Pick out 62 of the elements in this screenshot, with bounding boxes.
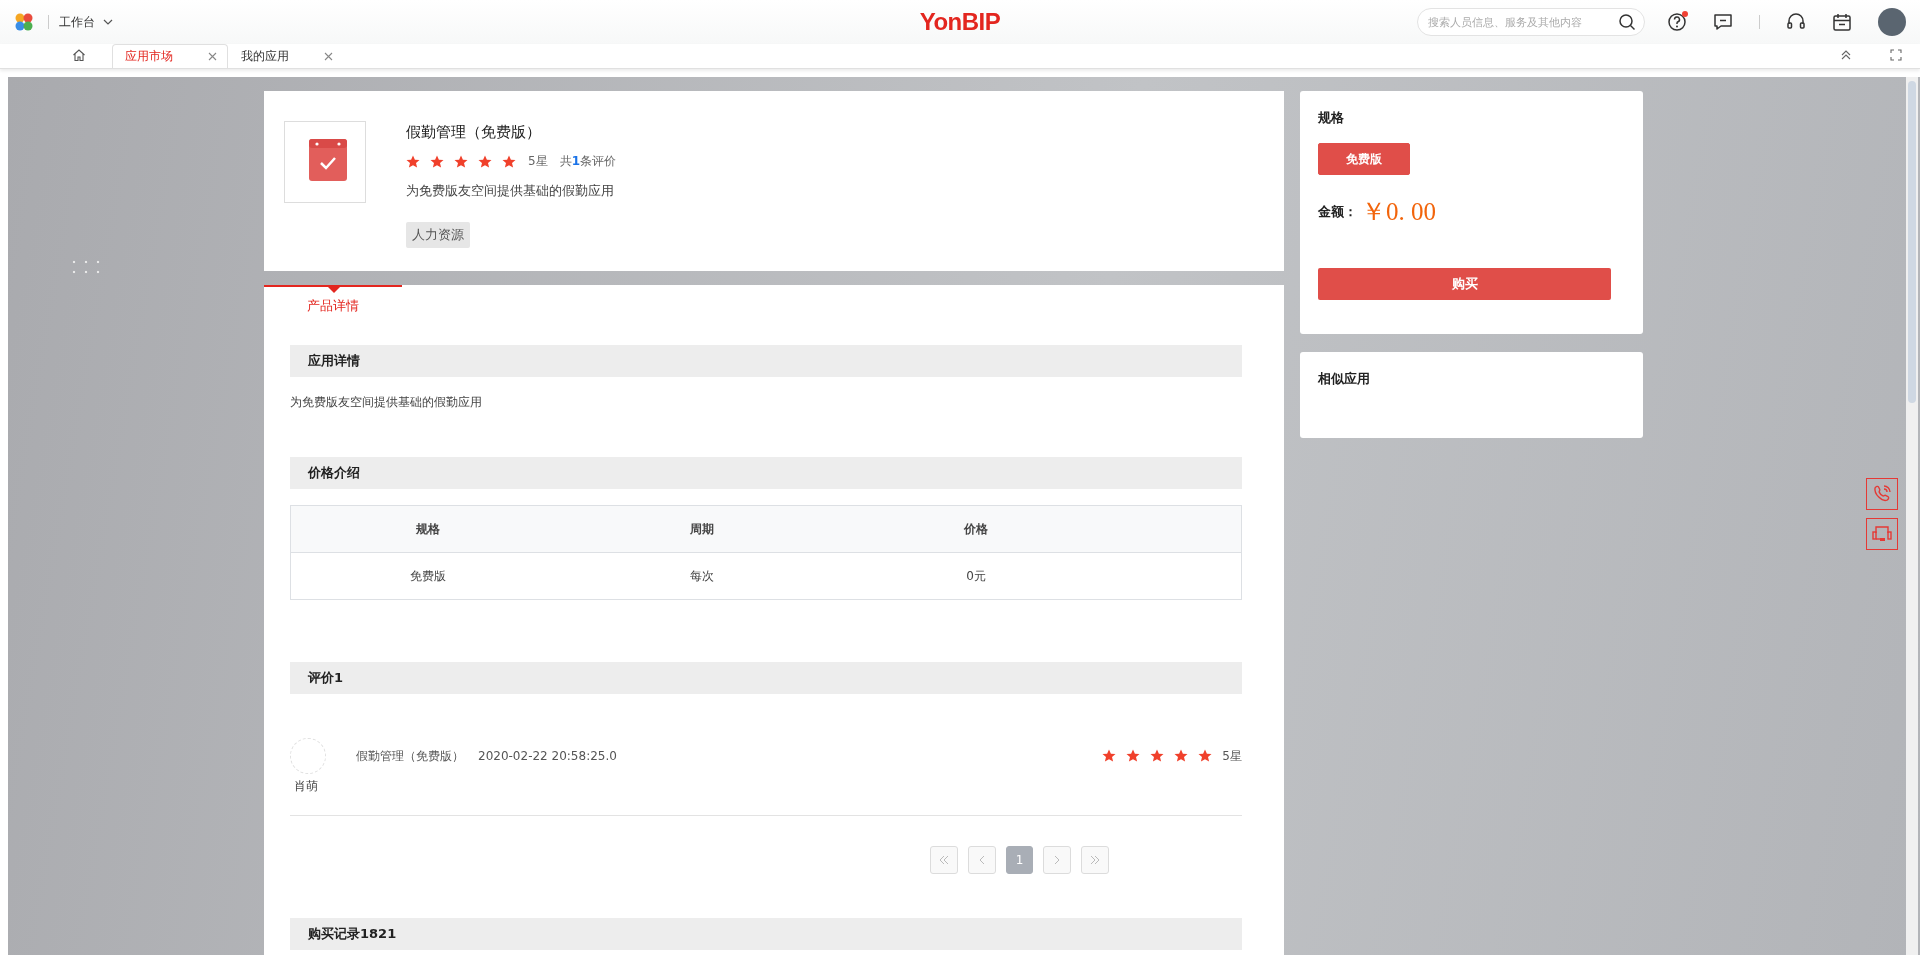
collapse-icon[interactable]	[1840, 49, 1852, 61]
table-cell-text: 免费版	[409, 567, 447, 585]
next-page-icon	[1052, 855, 1062, 865]
scrollbar[interactable]	[1906, 77, 1918, 955]
review-time: 2020-02-22 20:58:25.0	[478, 749, 617, 763]
first-page-icon	[939, 855, 949, 865]
brand-logo: YonBIP	[919, 8, 1001, 36]
help-icon[interactable]	[1667, 12, 1687, 32]
amount-value: ￥0. 00	[1361, 197, 1436, 227]
star-icon	[1174, 749, 1189, 763]
last-page-icon	[1090, 855, 1100, 865]
star-icon	[1150, 749, 1165, 763]
star-icon	[1126, 749, 1141, 763]
star-icon	[1198, 749, 1213, 763]
section-header: 评价1	[290, 662, 1242, 694]
detail-tab[interactable]: 产品详情	[264, 285, 402, 323]
search-field[interactable]: 搜索人员信息、服务及其他内容	[1417, 8, 1645, 36]
star-icon	[478, 154, 492, 169]
section-header: 应用详情	[290, 345, 1242, 377]
rating-text: 5星	[528, 153, 548, 170]
tab[interactable]: 应用市场	[112, 44, 228, 68]
star-icon	[430, 154, 444, 169]
spec-option-button[interactable]: 免费版	[1318, 143, 1410, 175]
section-text: 为免费版友空间提供基础的假勤应用	[290, 394, 483, 411]
rating-text: 5星	[1222, 747, 1242, 765]
star-icon	[1102, 749, 1117, 763]
table-cell-text: 0元	[965, 567, 987, 585]
workspace-dropdown[interactable]: 工作台	[59, 13, 113, 31]
column-header: 价格	[963, 520, 989, 538]
column-header: 周期	[689, 520, 715, 538]
category-tag: 人力资源	[406, 222, 470, 248]
previous-page-icon	[977, 855, 987, 865]
section-header: 购买记录1821	[290, 918, 1242, 950]
user-avatar[interactable]	[1878, 8, 1906, 36]
product-description: 为免费版友空间提供基础的假勤应用	[406, 182, 614, 200]
app-logo-icon[interactable]	[14, 12, 34, 32]
home-icon[interactable]	[72, 48, 86, 62]
column-header: 规格	[415, 520, 441, 538]
buy-button[interactable]: 购买	[1318, 268, 1611, 300]
star-icon	[454, 154, 468, 169]
caret-icon	[103, 19, 113, 25]
star-icon	[502, 154, 516, 169]
star-icon	[406, 154, 420, 169]
close-icon[interactable]	[208, 52, 217, 61]
headset-icon[interactable]	[1786, 12, 1806, 32]
close-icon[interactable]	[324, 52, 333, 61]
product-title: 假勤管理（免费版）	[406, 123, 541, 142]
search-icon	[1618, 13, 1636, 31]
phone-icon[interactable]	[1866, 478, 1898, 510]
fullscreen-icon[interactable]	[1890, 49, 1902, 61]
tab[interactable]: 我的应用	[228, 44, 344, 68]
amount-label: 金额：	[1318, 202, 1357, 221]
reviewer-name: 肖萌	[293, 778, 319, 795]
card-title: 相似应用	[1318, 370, 1371, 388]
scrollbar-thumb[interactable]	[1908, 81, 1916, 403]
calendar-icon[interactable]	[1832, 12, 1852, 32]
section-header: 价格介绍	[290, 457, 1242, 489]
review-product: 假勤管理（免费版）	[356, 747, 464, 765]
message-icon[interactable]	[1713, 12, 1733, 32]
table-cell-text: 每次	[689, 567, 715, 585]
card-title: 规格	[1318, 109, 1345, 127]
review-count[interactable]: 共1条评价	[559, 153, 616, 170]
